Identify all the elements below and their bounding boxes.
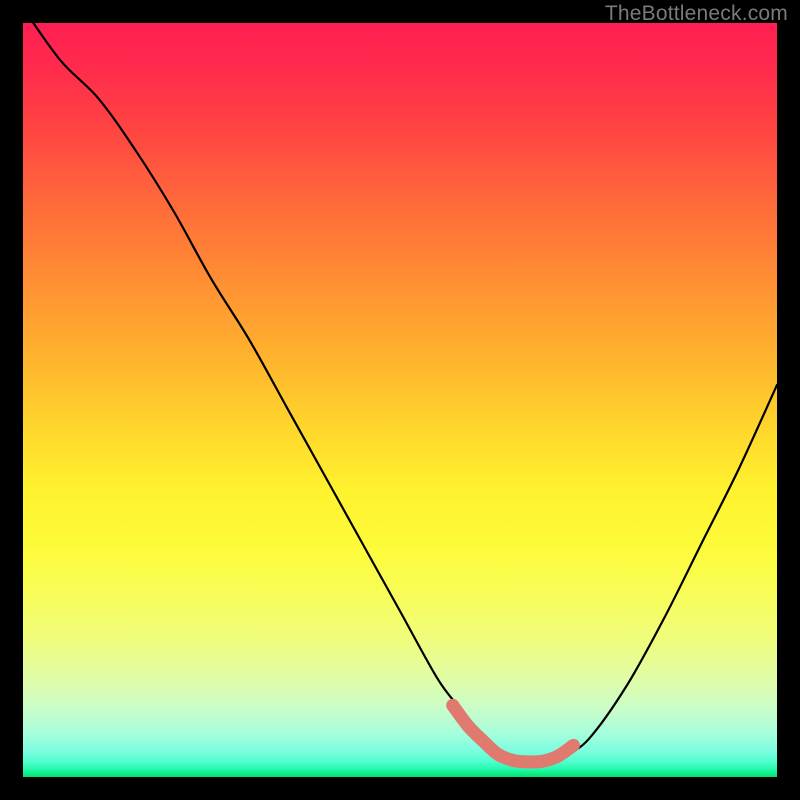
marker-dot: [446, 699, 459, 712]
chart-stage: TheBottleneck.com: [0, 0, 800, 800]
optimal-range-marker: [453, 705, 574, 762]
curve-layer: [23, 23, 777, 777]
plot-area: [23, 23, 777, 777]
marker-dot: [461, 719, 474, 732]
bottleneck-curve: [23, 23, 777, 762]
